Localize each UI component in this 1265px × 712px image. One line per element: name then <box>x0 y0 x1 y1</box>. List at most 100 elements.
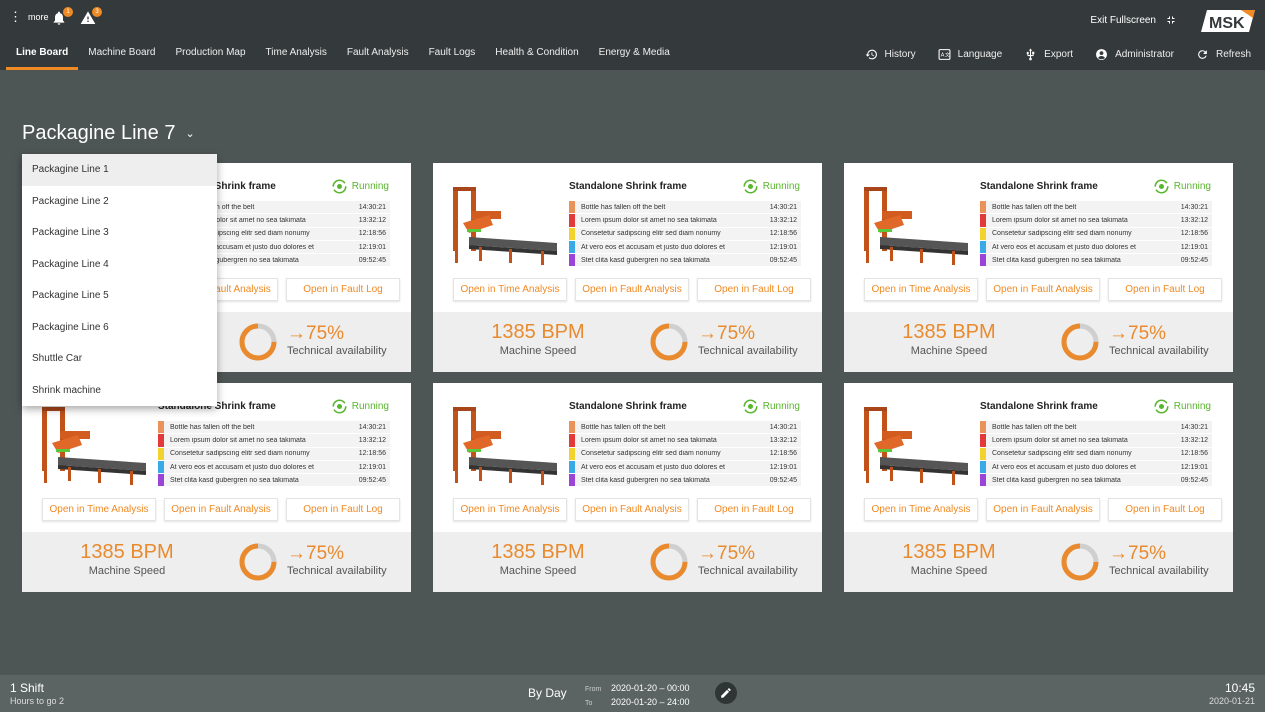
status-badge: Running <box>332 399 389 414</box>
fault-color-swatch <box>569 201 575 214</box>
tab-time-analysis[interactable]: Time Analysis <box>256 38 337 70</box>
arrow-right-icon: → <box>1109 543 1128 564</box>
fault-text: Consetetur sadipscing elitr sed diam non… <box>992 230 1132 238</box>
date-range: From 2020-01-20 – 00:00 To 2020-01-20 – 24… <box>585 682 690 710</box>
kebab-icon: ⋮ <box>9 9 22 24</box>
dropdown-item[interactable]: Shuttle Car <box>22 343 217 375</box>
open-time-analysis-button[interactable]: Open in Time Analysis <box>864 278 978 301</box>
tab-fault-logs[interactable]: Fault Logs <box>419 38 486 70</box>
fault-time: 12:19:01 <box>1180 463 1208 471</box>
tab-energy-media[interactable]: Energy & Media <box>589 38 680 70</box>
fault-row: Lorem ipsum dolor sit amet no sea takima… <box>980 214 1212 228</box>
line-selector[interactable]: Packagine Line 7 ⌄ <box>22 122 195 145</box>
machine-illustration <box>864 187 968 265</box>
exit-fullscreen-button[interactable]: Exit Fullscreen <box>1090 14 1177 26</box>
export-button[interactable]: Export <box>1024 48 1073 61</box>
fault-row: Stet clita kasd gubergren no sea takimat… <box>980 474 1212 488</box>
open-fault-log-button[interactable]: Open in Fault Log <box>286 498 400 521</box>
fault-color-swatch <box>569 447 575 460</box>
fault-row: Consetetur sadipscing elitr sed diam non… <box>569 447 801 461</box>
language-button[interactable]: A文 Language <box>938 48 1002 61</box>
tab-health-condition[interactable]: Health & Condition <box>485 38 588 70</box>
tab-fault-analysis[interactable]: Fault Analysis <box>337 38 419 70</box>
open-time-analysis-button[interactable]: Open in Time Analysis <box>864 498 978 521</box>
usb-icon <box>1026 48 1035 60</box>
pencil-icon <box>721 688 731 698</box>
fault-text: Stet clita kasd gubergren no sea takimat… <box>170 476 299 484</box>
running-icon <box>743 179 758 194</box>
dropdown-item[interactable]: Packagine Line 5 <box>22 280 217 312</box>
speed-label: Machine Speed <box>499 565 577 577</box>
tab-production-map[interactable]: Production Map <box>166 38 256 70</box>
fault-time: 09:52:45 <box>358 256 386 264</box>
fault-color-swatch <box>569 460 575 474</box>
open-fault-analysis-button[interactable]: Open in Fault Analysis <box>164 498 278 521</box>
tab-line-board[interactable]: Line Board <box>6 38 79 70</box>
open-time-analysis-button[interactable]: Open in Time Analysis <box>453 498 567 521</box>
user-menu[interactable]: Administrator <box>1095 48 1174 61</box>
fault-time: 09:52:45 <box>1180 256 1208 264</box>
history-button[interactable]: History <box>865 48 916 61</box>
speed-value: 1385 BPM <box>491 541 585 563</box>
dropdown-item[interactable]: Shrink machine <box>22 375 217 407</box>
arrow-right-icon: → <box>698 543 717 564</box>
open-fault-log-button[interactable]: Open in Fault Log <box>697 498 811 521</box>
fault-text: Lorem ipsum dolor sit amet no sea takima… <box>992 216 1128 224</box>
fault-text: At vero eos et accusam et justo duo dolo… <box>170 463 314 471</box>
warning-button[interactable]: 3 <box>80 7 102 28</box>
dropdown-item[interactable]: Packagine Line 4 <box>22 249 217 281</box>
fault-color-swatch <box>569 474 575 487</box>
fault-text: At vero eos et accusam et justo duo dolo… <box>581 243 725 251</box>
fault-text: At vero eos et accusam et justo duo dolo… <box>992 463 1136 471</box>
history-icon <box>865 49 877 59</box>
open-fault-log-button[interactable]: Open in Fault Log <box>286 278 400 301</box>
availability-number: 75% <box>717 543 756 564</box>
fault-text: Bottle has fallen off the belt <box>581 203 666 211</box>
fault-time: 12:19:01 <box>769 463 797 471</box>
chevron-down-icon: ⌄ <box>185 128 195 140</box>
open-fault-analysis-button[interactable]: Open in Fault Analysis <box>575 498 689 521</box>
machine-illustration <box>453 187 557 265</box>
open-time-analysis-button[interactable]: Open in Time Analysis <box>453 278 567 301</box>
period-mode-select[interactable]: By Day <box>528 686 567 700</box>
edit-range-button[interactable] <box>715 682 737 704</box>
fault-time: 13:32:12 <box>1180 216 1208 224</box>
open-fault-analysis-button[interactable]: Open in Fault Analysis <box>986 498 1100 521</box>
availability-label: Technical availability <box>287 345 387 357</box>
fault-color-swatch <box>980 421 986 434</box>
fault-row: At vero eos et accusam et justo duo dolo… <box>980 240 1212 255</box>
availability-donut <box>650 323 688 361</box>
more-button[interactable]: ⋮ more <box>9 9 49 24</box>
dropdown-item[interactable]: Packagine Line 3 <box>22 217 217 249</box>
fault-text: Lorem ipsum dolor sit amet no sea takima… <box>581 216 717 224</box>
refresh-button[interactable]: Refresh <box>1196 48 1251 61</box>
dropdown-item[interactable]: Packagine Line 1 <box>22 154 217 186</box>
machine-card: Standalone Shrink frame Running Bottle h… <box>844 163 1233 372</box>
open-fault-log-button[interactable]: Open in Fault Log <box>697 278 811 301</box>
fault-text: At vero eos et accusam et justo duo dolo… <box>581 463 725 471</box>
fault-time: 14:30:21 <box>769 423 797 431</box>
open-fault-log-button[interactable]: Open in Fault Log <box>1108 278 1222 301</box>
dropdown-item[interactable]: Packagine Line 6 <box>22 312 217 344</box>
fault-row: Consetetur sadipscing elitr sed diam non… <box>980 227 1212 241</box>
fault-list: Bottle has fallen off the belt 14:30:21 … <box>980 201 1212 268</box>
machine-speed: 1385 BPM Machine Speed <box>844 321 1054 357</box>
fault-row: Consetetur sadipscing elitr sed diam non… <box>158 447 390 461</box>
fault-color-swatch <box>980 201 986 214</box>
dropdown-item[interactable]: Packagine Line 2 <box>22 186 217 218</box>
arrow-right-icon: → <box>287 323 306 344</box>
tab-machine-board[interactable]: Machine Board <box>78 38 165 70</box>
fault-row: Stet clita kasd gubergren no sea takimat… <box>569 474 801 488</box>
fault-time: 12:18:56 <box>1180 230 1208 238</box>
open-fault-log-button[interactable]: Open in Fault Log <box>1108 498 1222 521</box>
status-badge: Running <box>332 179 389 194</box>
fault-list: Bottle has fallen off the belt 14:30:21 … <box>569 421 801 488</box>
fault-row: At vero eos et accusam et justo duo dolo… <box>980 460 1212 475</box>
open-time-analysis-button[interactable]: Open in Time Analysis <box>42 498 156 521</box>
card-actions: Open in Time Analysis Open in Fault Anal… <box>453 498 811 521</box>
notification-button[interactable]: 1 <box>51 7 73 28</box>
availability-donut <box>1061 543 1099 581</box>
open-fault-analysis-button[interactable]: Open in Fault Analysis <box>575 278 689 301</box>
to-label: To <box>585 700 593 707</box>
open-fault-analysis-button[interactable]: Open in Fault Analysis <box>986 278 1100 301</box>
